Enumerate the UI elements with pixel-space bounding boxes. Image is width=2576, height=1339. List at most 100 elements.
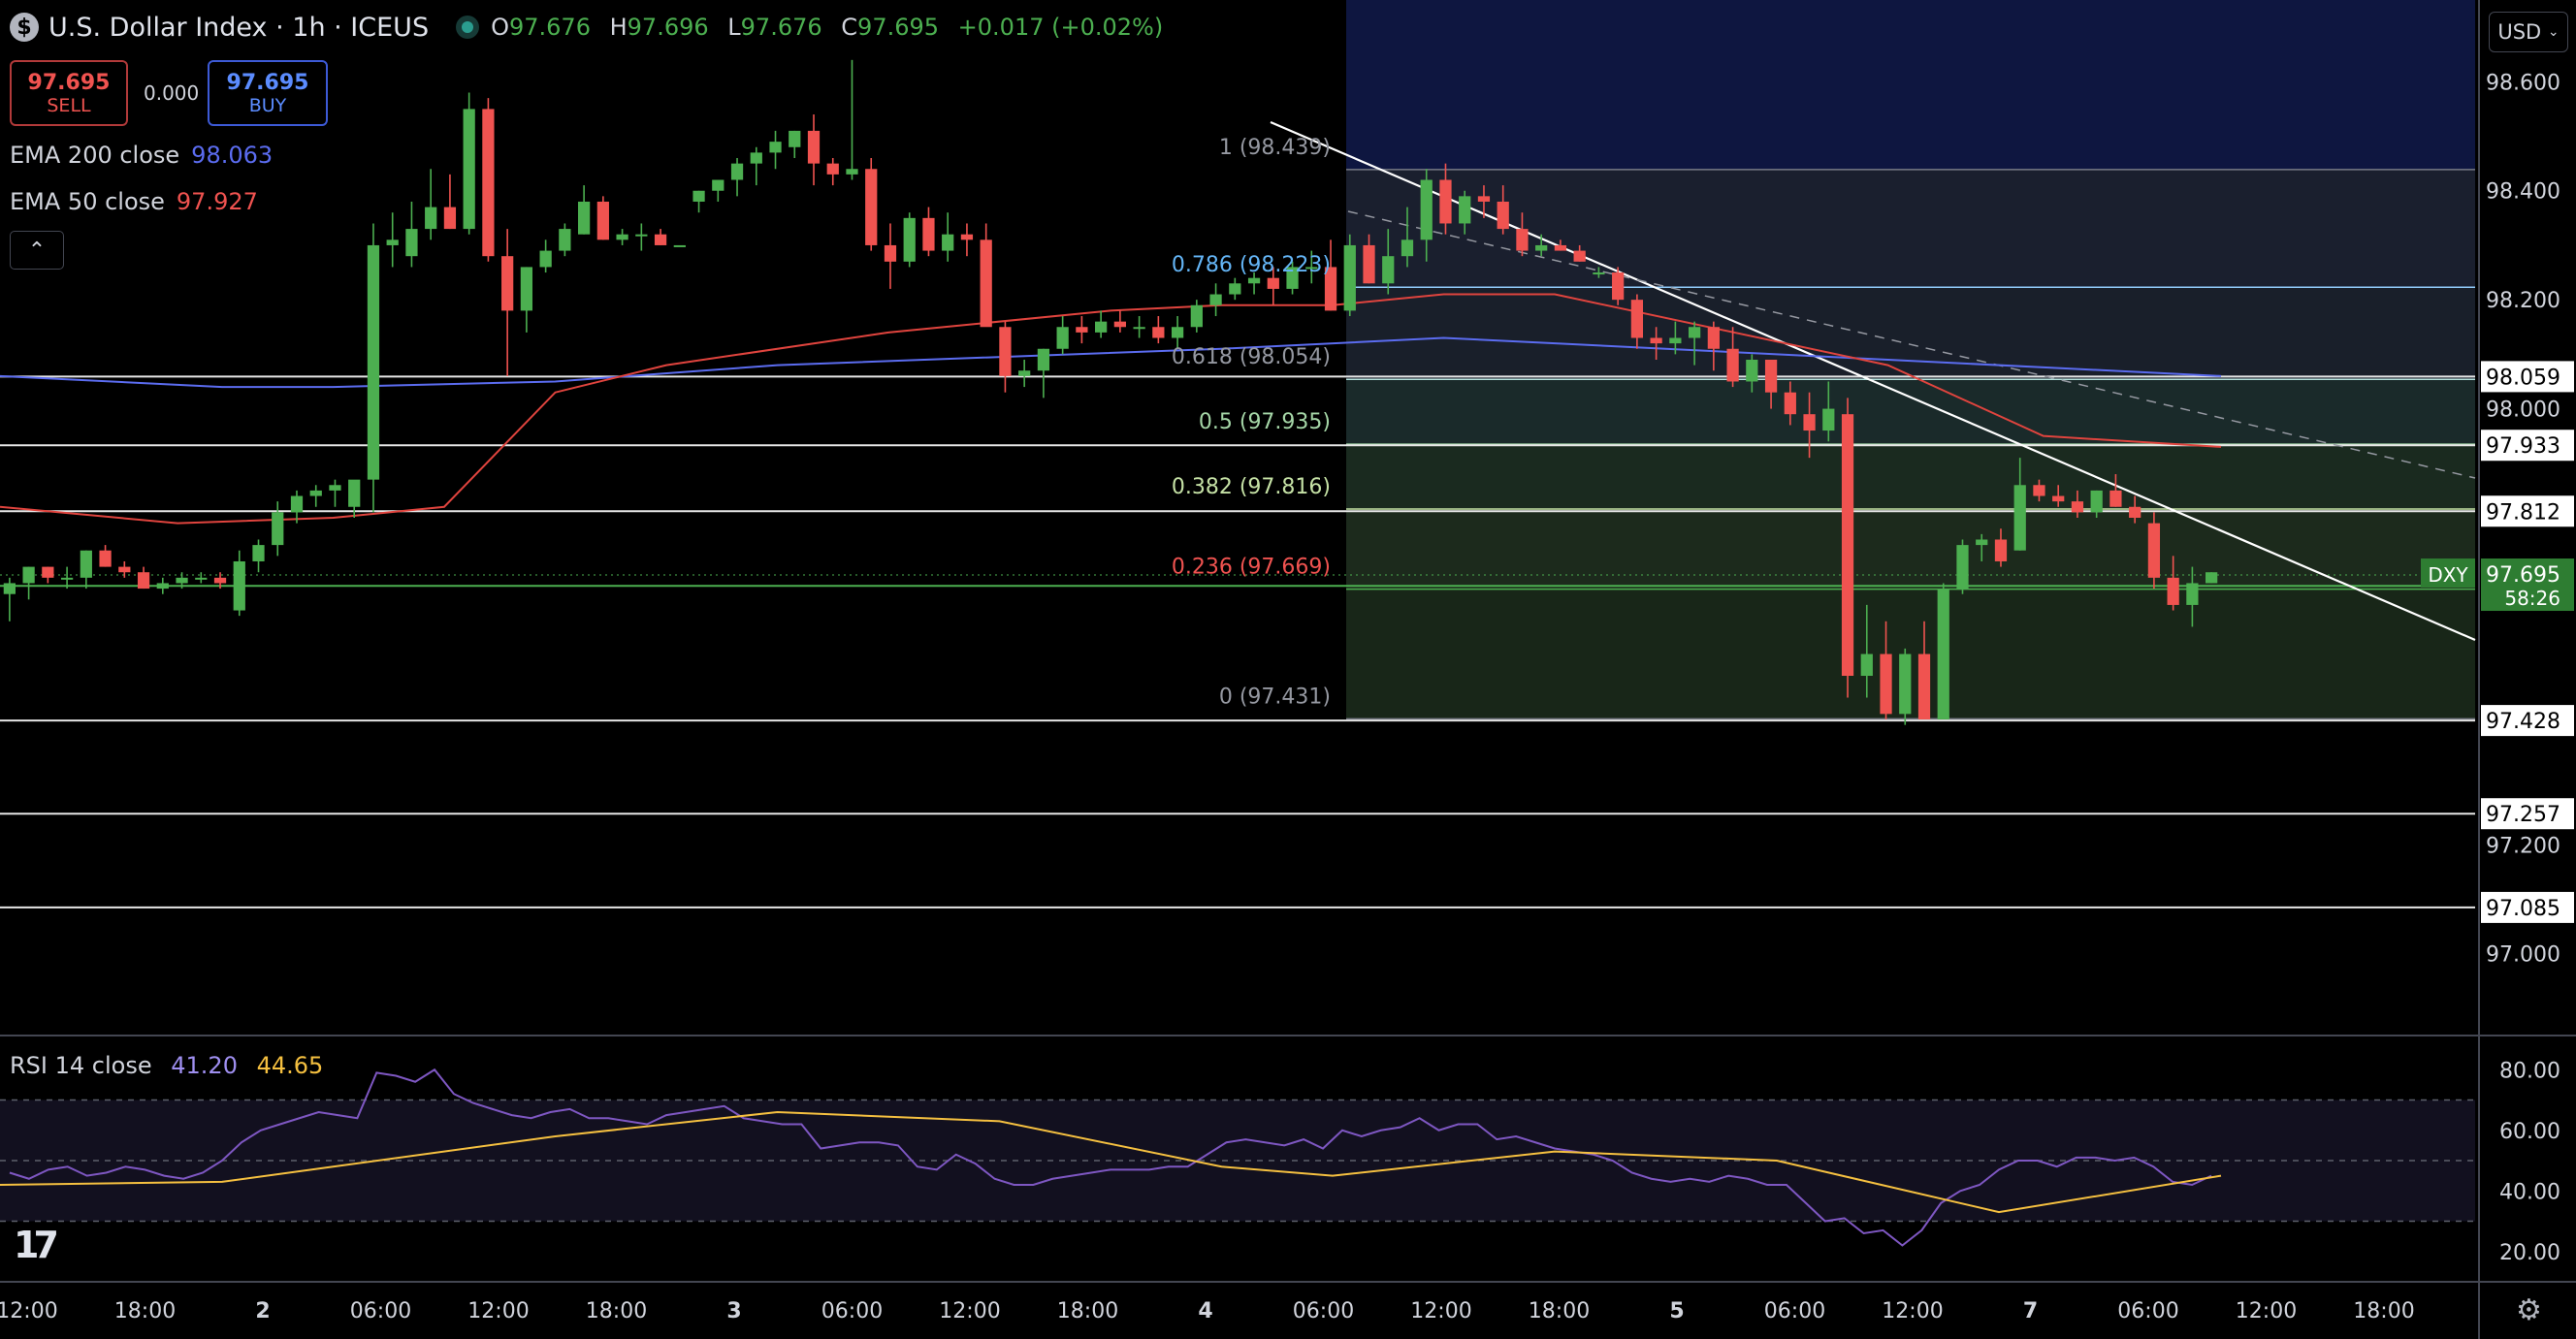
candle (501, 229, 514, 376)
candle (1956, 539, 1969, 594)
time-tick-label: 18:00 (114, 1299, 176, 1323)
fib-level-label: 0 (97.431) (1219, 685, 1331, 709)
candle (559, 223, 571, 257)
candle (1095, 310, 1108, 338)
rsi-legend[interactable]: RSI 14 close 41.20 44.65 (10, 1052, 323, 1079)
candle-body (1152, 327, 1165, 338)
candle (329, 479, 341, 507)
candle (769, 130, 782, 170)
candle-body (367, 244, 380, 480)
price-tick-label: 98.000 (2486, 399, 2560, 423)
candle-body (60, 577, 74, 580)
candle-body (1535, 244, 1548, 251)
price-tick-label: 97.200 (2486, 834, 2560, 858)
candle (789, 130, 801, 159)
candle-body (22, 566, 35, 584)
chart-canvas[interactable]: 1 (98.439) 0.786 (98.223) 0.618 (98.054) 0.… (0, 0, 2576, 1339)
price-tick-label: 97.000 (2486, 943, 2560, 968)
candle-body (1573, 250, 1586, 262)
time-tick-label: 12:00 (467, 1299, 529, 1323)
candle-body (195, 577, 208, 580)
candle-body (616, 234, 628, 240)
currency-select[interactable]: USD ⌄ (2489, 12, 2568, 52)
candle-body (1420, 179, 1433, 240)
candle-body (884, 244, 897, 262)
time-tick-label: 12:00 (1410, 1299, 1471, 1323)
candle-body (1247, 277, 1261, 284)
candle-body (1746, 359, 1758, 382)
candle-body (1650, 337, 1662, 344)
candle (826, 158, 839, 186)
candle-body (309, 490, 322, 496)
candle-body (1880, 654, 1892, 715)
candle-body (1726, 348, 1739, 382)
price-level-tag-label: 97.257 (2486, 803, 2560, 827)
fib-zone (1346, 444, 2475, 510)
candle-body (1095, 321, 1108, 333)
candle-body (272, 512, 284, 546)
price-tick-label: 98.200 (2486, 289, 2560, 313)
candle-body (1707, 327, 1720, 349)
candle-body (980, 239, 992, 328)
candle-body (1937, 589, 1949, 719)
candle (884, 223, 897, 289)
candle-body (826, 163, 839, 175)
candle-body (482, 109, 495, 257)
candle-body (1133, 327, 1145, 330)
fib-zone (1346, 379, 2475, 445)
candle-body (1171, 327, 1184, 338)
candle-body (730, 163, 744, 180)
candle-body (559, 229, 571, 251)
candle (425, 169, 437, 240)
market-status-icon (462, 21, 474, 33)
buy-button[interactable]: 97.695 BUY (208, 60, 328, 126)
chevron-up-icon[interactable]: ⌃ (10, 231, 64, 270)
time-tick-label: 18:00 (586, 1299, 647, 1323)
candle (1343, 234, 1356, 317)
candle (42, 566, 54, 584)
candle (252, 539, 265, 573)
candle-body (2033, 485, 2045, 496)
sell-button[interactable]: 97.695 SELL (10, 60, 128, 126)
candle-body (2090, 490, 2103, 513)
candle-body (1363, 244, 1375, 284)
candle (386, 212, 399, 268)
fib-level-label: 0.618 (98.054) (1172, 345, 1331, 369)
fib-level-label: 0.236 (97.669) (1172, 556, 1331, 580)
candle (942, 212, 954, 262)
candle-body (233, 560, 245, 611)
candle-body (1803, 414, 1816, 431)
candle (922, 207, 935, 257)
candle (22, 566, 35, 600)
candle-body (789, 130, 801, 147)
candle (730, 158, 744, 197)
dollar-icon: $ (10, 13, 39, 42)
candle (272, 501, 284, 557)
candle-body (2206, 572, 2218, 584)
candle (1841, 398, 1854, 698)
price-level-tag-label: 97.428 (2486, 710, 2560, 734)
ema50-legend[interactable]: EMA 50 close 97.927 (10, 188, 258, 215)
candle-body (329, 485, 341, 491)
candle-body (1076, 327, 1088, 333)
candle (137, 566, 150, 590)
ema200-legend[interactable]: EMA 200 close 98.063 (10, 142, 273, 169)
candle-body (213, 577, 227, 584)
candle (443, 174, 457, 230)
ohlc-values: O97.676 H97.696 L97.676 C97.695 +0.017 (… (491, 14, 1164, 41)
candle (80, 550, 92, 590)
candle (520, 267, 533, 333)
candle (903, 212, 916, 268)
time-tick-label: 06:00 (1764, 1299, 1825, 1323)
candle-body (99, 550, 112, 567)
candle (3, 577, 16, 622)
candle-body (1190, 304, 1203, 328)
candle-body (2147, 523, 2161, 578)
symbol-title[interactable]: U.S. Dollar Index · 1h · ICEUS (48, 13, 429, 43)
gear-icon[interactable]: ⚙ (2516, 1293, 2542, 1327)
candle (1037, 348, 1050, 399)
time-tick-label: 18:00 (2353, 1299, 2414, 1323)
time-tick-label: 12:00 (0, 1299, 58, 1323)
candle-body (252, 545, 265, 561)
candle-body (596, 201, 609, 240)
